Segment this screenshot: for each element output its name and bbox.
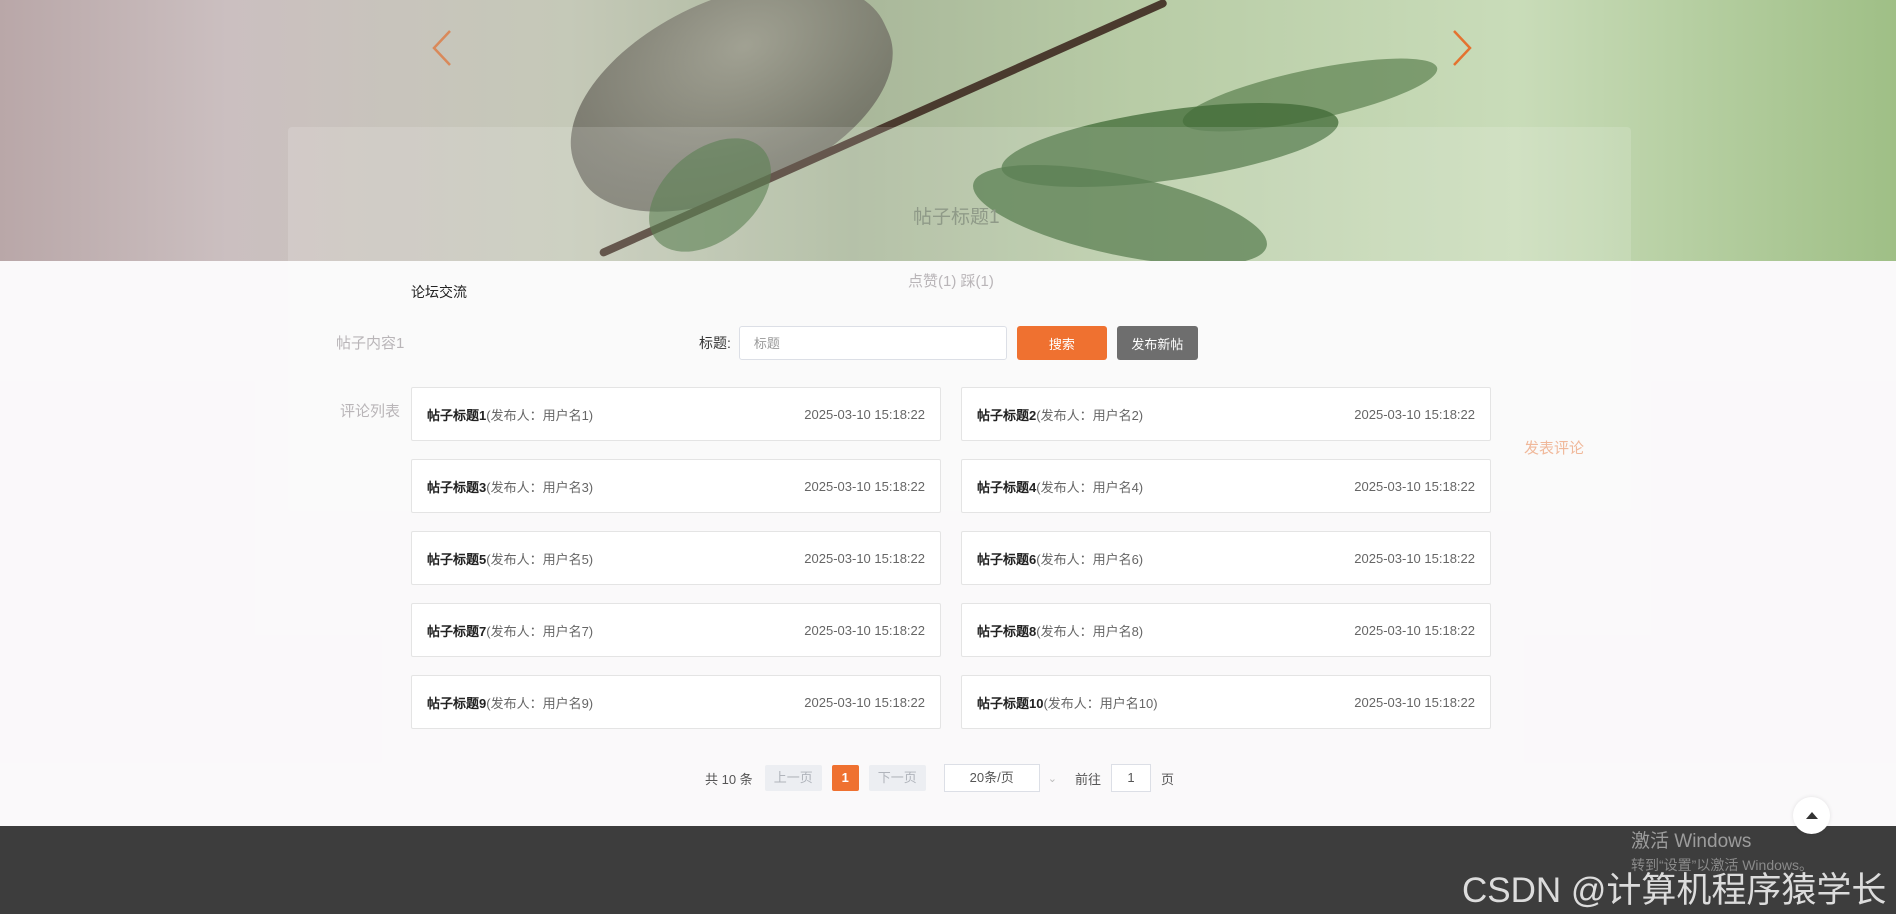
ghost-votes: 点赞(1) 踩(1) — [908, 273, 994, 290]
ghost-content: 帖子内容1 — [336, 335, 405, 352]
next-page-button[interactable]: 下一页 — [868, 765, 926, 791]
post-heading: 帖子标题4(发布人：用户名4) — [977, 477, 1143, 496]
post-title[interactable]: 帖子标题8 — [977, 624, 1036, 639]
carousel-next-button[interactable] — [1446, 28, 1476, 68]
post-date: 2025-03-10 15:18:22 — [804, 478, 925, 494]
page-1-button[interactable]: 1 — [831, 765, 859, 791]
title-label: 标题: — [699, 335, 731, 351]
post-author: (发布人：用户名7) — [486, 623, 594, 639]
post-card[interactable]: 帖子标题6(发布人：用户名6) 2025-03-10 15:18:22 — [961, 531, 1491, 585]
post-date: 2025-03-10 15:18:22 — [1354, 478, 1475, 494]
chevron-left-icon — [432, 30, 451, 66]
post-heading: 帖子标题5(发布人：用户名5) — [427, 549, 593, 568]
post-title[interactable]: 帖子标题1 — [427, 408, 486, 423]
back-to-top-button[interactable] — [1793, 797, 1830, 834]
post-card[interactable]: 帖子标题5(发布人：用户名5) 2025-03-10 15:18:22 — [411, 531, 941, 585]
post-date: 2025-03-10 15:18:22 — [1354, 694, 1475, 710]
page-suffix: 页 — [1160, 771, 1174, 787]
post-author: (发布人：用户名10) — [1043, 695, 1158, 711]
goto-page-input[interactable]: 1 — [1110, 764, 1151, 792]
post-author: (发布人：用户名2) — [1036, 407, 1144, 423]
caret-up-icon — [1805, 812, 1818, 819]
post-date: 2025-03-10 15:18:22 — [804, 622, 925, 638]
ghost-comments: 评论列表 — [340, 403, 401, 420]
post-author: (发布人：用户名5) — [486, 551, 594, 567]
post-title[interactable]: 帖子标题7 — [427, 624, 486, 639]
page-size-select[interactable]: 20条/页 — [943, 764, 1040, 792]
post-card[interactable]: 帖子标题7(发布人：用户名7) 2025-03-10 15:18:22 — [411, 603, 941, 657]
post-heading: 帖子标题10(发布人：用户名10) — [977, 693, 1158, 712]
search-bar: 标题: 搜索 发布新帖 — [699, 326, 1198, 360]
post-title[interactable]: 帖子标题3 — [427, 480, 486, 495]
post-heading: 帖子标题8(发布人：用户名8) — [977, 621, 1143, 640]
page-title: 论坛交流 — [411, 284, 467, 300]
title-search-input[interactable] — [738, 326, 1007, 360]
post-title[interactable]: 帖子标题10 — [977, 696, 1043, 711]
post-title[interactable]: 帖子标题2 — [977, 408, 1036, 423]
post-author: (发布人：用户名3) — [486, 479, 594, 495]
post-title[interactable]: 帖子标题5 — [427, 552, 486, 567]
post-date: 2025-03-10 15:18:22 — [804, 406, 925, 422]
post-author: (发布人：用户名1) — [486, 407, 594, 423]
search-button[interactable]: 搜索 — [1016, 326, 1107, 360]
ghost-comment-button: 发表评论 — [1524, 440, 1585, 457]
post-heading: 帖子标题2(发布人：用户名2) — [977, 405, 1143, 424]
chevron-right-icon — [1453, 30, 1472, 66]
chevron-down-icon: ⌄ — [1047, 772, 1057, 785]
post-heading: 帖子标题9(发布人：用户名9) — [427, 693, 593, 712]
post-card[interactable]: 帖子标题10(发布人：用户名10) 2025-03-10 15:18:22 — [961, 675, 1491, 729]
post-heading: 帖子标题7(发布人：用户名7) — [427, 621, 593, 640]
total-count: 共 10 条 — [705, 771, 753, 787]
post-card[interactable]: 帖子标题8(发布人：用户名8) 2025-03-10 15:18:22 — [961, 603, 1491, 657]
post-title[interactable]: 帖子标题4 — [977, 480, 1036, 495]
goto-label: 前往 — [1074, 771, 1101, 787]
post-card[interactable]: 帖子标题2(发布人：用户名2) 2025-03-10 15:18:22 — [961, 387, 1491, 441]
post-author: (发布人：用户名9) — [486, 695, 594, 711]
prev-page-button[interactable]: 上一页 — [764, 765, 822, 791]
post-title[interactable]: 帖子标题6 — [977, 552, 1036, 567]
post-card[interactable]: 帖子标题3(发布人：用户名3) 2025-03-10 15:18:22 — [411, 459, 941, 513]
post-author: (发布人：用户名4) — [1036, 479, 1144, 495]
post-card[interactable]: 帖子标题4(发布人：用户名4) 2025-03-10 15:18:22 — [961, 459, 1491, 513]
pagination: 共 10 条 上一页 1 下一页 20条/页 ⌄ 前往 1 页 — [705, 764, 1174, 792]
post-author: (发布人：用户名8) — [1036, 623, 1144, 639]
csdn-watermark: CSDN @计算机程序猿学长 — [1462, 871, 1887, 910]
post-heading: 帖子标题1(发布人：用户名1) — [427, 405, 593, 424]
carousel-prev-button[interactable] — [428, 28, 458, 68]
ghost-title: 帖子标题1 — [913, 207, 1000, 228]
post-list: 帖子标题1(发布人：用户名1) 2025-03-10 15:18:22 帖子标题2(… — [411, 387, 1491, 729]
post-author: (发布人：用户名6) — [1036, 551, 1144, 567]
post-card[interactable]: 帖子标题1(发布人：用户名1) 2025-03-10 15:18:22 — [411, 387, 941, 441]
windows-watermark: 激活 Windows — [1631, 831, 1752, 852]
post-date: 2025-03-10 15:18:22 — [1354, 406, 1475, 422]
post-date: 2025-03-10 15:18:22 — [1354, 622, 1475, 638]
post-heading: 帖子标题3(发布人：用户名3) — [427, 477, 593, 496]
post-card[interactable]: 帖子标题9(发布人：用户名9) 2025-03-10 15:18:22 — [411, 675, 941, 729]
post-date: 2025-03-10 15:18:22 — [1354, 550, 1475, 566]
new-post-button[interactable]: 发布新帖 — [1116, 326, 1198, 360]
post-date: 2025-03-10 15:18:22 — [804, 694, 925, 710]
post-heading: 帖子标题6(发布人：用户名6) — [977, 549, 1143, 568]
post-title[interactable]: 帖子标题9 — [427, 696, 486, 711]
post-date: 2025-03-10 15:18:22 — [804, 550, 925, 566]
